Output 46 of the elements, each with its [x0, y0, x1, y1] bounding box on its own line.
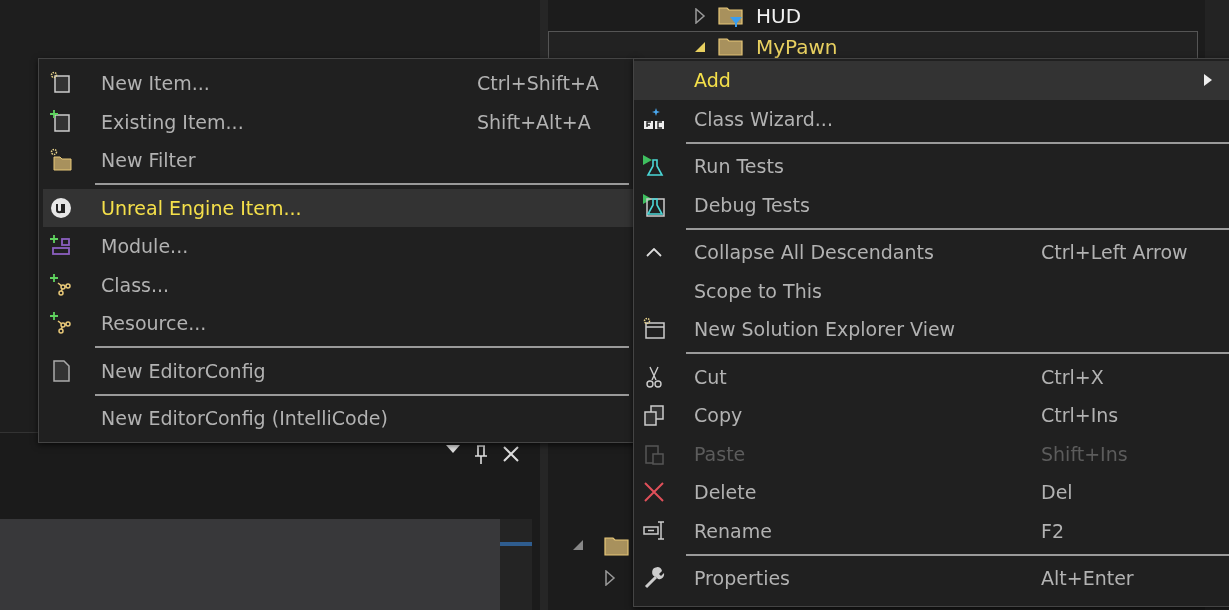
menu-item[interactable]: Class Wizard... — [634, 99, 1229, 138]
menu-item[interactable]: Delete Del — [634, 473, 1229, 512]
menu-item[interactable]: New EditorConfig — [43, 351, 633, 390]
document-plus-icon — [49, 109, 73, 134]
menu-item[interactable]: Existing Item... Shift+Alt+A — [43, 102, 633, 141]
menu-item[interactable]: Unreal Engine Item... — [43, 188, 633, 227]
menu-item[interactable]: Class... — [43, 265, 633, 304]
document-star-icon — [49, 71, 73, 96]
pin-icon[interactable] — [474, 445, 488, 465]
dropdown-icon — [446, 445, 460, 453]
menu-item[interactable]: Scope to This — [634, 271, 1229, 310]
menu-item[interactable]: Run Tests — [634, 147, 1229, 186]
flask-play-icon — [642, 154, 666, 179]
menu-item[interactable]: Properties Alt+Enter — [634, 559, 1229, 598]
menu-item[interactable]: Debug Tests — [634, 185, 1229, 224]
menu-item[interactable]: New EditorConfig (IntelliCode) — [43, 399, 633, 438]
menu-item[interactable]: New Solution Explorer View — [634, 310, 1229, 349]
expand-arrow-icon[interactable] — [694, 7, 706, 24]
expand-arrow-icon[interactable] — [604, 570, 616, 586]
circle-logo-icon — [49, 195, 73, 220]
copy-icon — [642, 403, 666, 428]
menu-item[interactable]: New Filter — [43, 141, 633, 180]
scrollbar[interactable] — [500, 519, 532, 610]
menu-item[interactable]: Resource... — [43, 304, 633, 343]
window-star-icon — [642, 317, 666, 342]
wrench-icon — [642, 566, 666, 591]
menu-item[interactable]: Collapse All Descendants Ctrl+Left Arrow — [634, 233, 1229, 272]
submenu-arrow-icon — [1204, 74, 1212, 87]
wizard-icon — [642, 106, 666, 131]
folder-icon — [604, 535, 630, 557]
caret-up-icon — [646, 247, 662, 257]
menu-item[interactable]: Cut Ctrl+X — [634, 357, 1229, 396]
menu-item[interactable]: Rename F2 — [634, 511, 1229, 550]
menu-item[interactable]: Add — [634, 61, 1229, 100]
close-icon[interactable] — [502, 445, 520, 463]
flask-frame-play-icon — [642, 192, 666, 217]
tree-item[interactable]: HUD — [548, 0, 1198, 31]
menu-item[interactable]: Copy Ctrl+Ins — [634, 396, 1229, 435]
rename-icon — [642, 518, 666, 543]
menu-item[interactable]: Module... — [43, 227, 633, 266]
expanded-arrow-icon[interactable] — [572, 539, 584, 551]
graph-plus-icon — [49, 272, 73, 297]
folder-star-icon — [49, 148, 73, 173]
menu-item[interactable]: New Item... Ctrl+Shift+A — [43, 64, 633, 103]
expanded-arrow-icon[interactable] — [694, 40, 706, 53]
graph-plus-icon — [49, 311, 73, 336]
